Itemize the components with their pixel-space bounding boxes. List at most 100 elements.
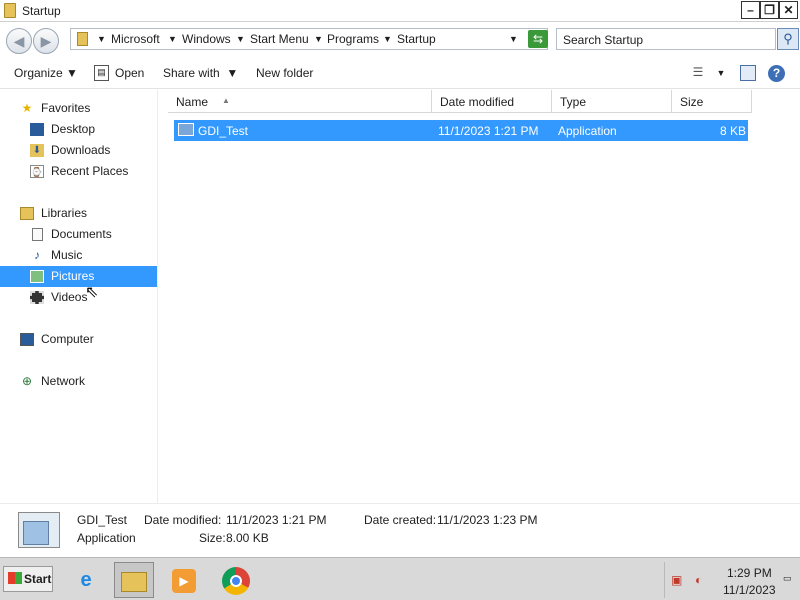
nav-item-documents[interactable]: Documents	[0, 224, 157, 245]
chevron-down-icon[interactable]: ▼	[314, 32, 323, 46]
forward-button[interactable]: ▶	[33, 28, 59, 54]
address-bar-area: ◀ ▶ ▼ Microsoft ▼ Windows ▼ Start Menu ▼…	[0, 22, 800, 58]
new-folder-button[interactable]: New folder	[256, 66, 313, 80]
pictures-icon	[30, 270, 44, 283]
column-header-label: Size	[680, 95, 704, 109]
nav-item-label: Recent Places	[51, 164, 129, 178]
details-file-type: Application	[77, 531, 136, 545]
breadcrumb-windows[interactable]: Windows	[182, 32, 231, 46]
column-header-date-modified[interactable]: Date modified	[432, 90, 552, 113]
network-icon: ⊕	[21, 374, 33, 388]
nav-computer[interactable]: Computer	[0, 329, 157, 350]
folder-icon	[4, 3, 16, 18]
minimize-button[interactable]: –	[741, 1, 760, 19]
details-date-modified: 11/1/2023 1:21 PM	[226, 513, 327, 527]
windows-logo-icon	[8, 572, 22, 584]
address-dropdown-icon[interactable]: ▼	[509, 32, 518, 46]
help-icon[interactable]: ?	[768, 65, 785, 82]
file-name: GDI_Test	[198, 124, 249, 138]
search-icon[interactable]: ⚲	[777, 28, 799, 50]
details-date-modified-label: Date modified:	[144, 513, 222, 527]
taskbar: Start e ▶ ▣ ◐ 1:29 PM 11/1/2023 ▭	[0, 557, 800, 600]
nav-item-label: Music	[51, 248, 83, 262]
column-header-label: Name	[176, 95, 209, 109]
chevron-down-icon[interactable]: ▼	[168, 32, 177, 46]
share-with-button[interactable]: Share with ▼	[163, 66, 238, 80]
view-options-icon[interactable]: ☰	[690, 65, 706, 81]
file-explorer-icon[interactable]	[114, 562, 154, 598]
chevron-down-icon[interactable]: ▼	[716, 65, 726, 81]
preview-pane-icon[interactable]	[740, 65, 756, 81]
open-button[interactable]: Open	[115, 66, 144, 80]
breadcrumb-start-menu[interactable]: Start Menu	[250, 32, 309, 46]
nav-item-label: Pictures	[51, 269, 95, 283]
start-label: Start	[24, 572, 52, 586]
document-icon	[32, 228, 43, 241]
internet-explorer-icon[interactable]: e	[66, 562, 106, 598]
navigation-pane: ★ Favorites Desktop ⬇ Downloads ⌚ Recent…	[0, 90, 158, 503]
column-header-name[interactable]: Name ▲	[168, 90, 432, 113]
breadcrumb-startup[interactable]: Startup	[397, 32, 436, 46]
show-desktop-icon[interactable]: ▭	[783, 573, 792, 584]
close-button[interactable]: ✕	[779, 1, 798, 19]
nav-item-label: Downloads	[51, 143, 111, 157]
command-bar: Organize ▼ ▤ Open Share with ▼ New folde…	[0, 58, 800, 89]
mouse-cursor-icon: ⇖	[85, 284, 99, 301]
file-size: 8 KB	[720, 124, 747, 138]
file-type: Application	[558, 124, 617, 138]
breadcrumb[interactable]: ▼ Microsoft ▼ Windows ▼ Start Menu ▼ Pro…	[70, 28, 548, 50]
media-player-icon[interactable]: ▶	[164, 562, 204, 598]
details-size-label: Size:	[199, 531, 226, 545]
clock-date[interactable]: 11/1/2023	[723, 583, 776, 597]
network-status-icon[interactable]: ▣	[671, 573, 682, 587]
details-file-name: GDI_Test	[77, 513, 128, 527]
nav-item-music[interactable]: ♪ Music	[0, 245, 157, 266]
folder-icon	[77, 32, 88, 46]
file-list: Name ▲ Date modified Type Size GDI_Test …	[160, 90, 800, 503]
computer-icon	[20, 333, 34, 346]
column-header-label: Date modified	[440, 95, 515, 109]
column-header-size[interactable]: Size	[672, 90, 752, 113]
restore-button[interactable]: ❐	[760, 1, 779, 19]
nav-network[interactable]: ⊕ Network	[0, 371, 157, 392]
details-size: 8.00 KB	[226, 531, 269, 545]
start-button[interactable]: Start	[3, 566, 53, 592]
volume-muted-icon[interactable]: ◐	[695, 573, 702, 587]
organize-button[interactable]: Organize ▼	[14, 66, 78, 80]
breadcrumb-microsoft[interactable]: Microsoft	[111, 32, 160, 46]
nav-favorites[interactable]: ★ Favorites	[0, 98, 157, 119]
organize-label: Organize	[14, 66, 63, 80]
chevron-down-icon[interactable]: ▼	[383, 32, 392, 46]
nav-favorites-label: Favorites	[41, 101, 91, 115]
details-date-created: 11/1/2023 1:23 PM	[437, 513, 538, 527]
table-row[interactable]: GDI_Test 11/1/2023 1:21 PM Application 8…	[174, 120, 748, 141]
nav-item-pictures[interactable]: Pictures	[0, 266, 157, 287]
nav-computer-label: Computer	[41, 332, 94, 346]
file-date-modified: 11/1/2023 1:21 PM	[438, 124, 539, 138]
nav-item-recent-places[interactable]: ⌚ Recent Places	[0, 161, 157, 182]
nav-item-label: Documents	[51, 227, 112, 241]
chevron-down-icon[interactable]: ▼	[97, 32, 106, 46]
desktop-icon	[30, 123, 44, 136]
application-icon	[178, 123, 194, 136]
chrome-icon[interactable]	[216, 562, 256, 598]
clock-time[interactable]: 1:29 PM	[727, 566, 772, 580]
nav-libraries-label: Libraries	[41, 206, 88, 220]
search-input[interactable]: Search Startup	[556, 28, 776, 50]
chevron-down-icon[interactable]: ▼	[236, 32, 245, 46]
music-icon: ♪	[34, 248, 40, 262]
recent-places-icon: ⌚	[30, 165, 44, 178]
details-date-created-label: Date created:	[364, 513, 437, 527]
nav-item-desktop[interactable]: Desktop	[0, 119, 157, 140]
sort-ascending-icon: ▲	[222, 96, 230, 105]
nav-libraries[interactable]: Libraries	[0, 203, 157, 224]
downloads-icon: ⬇	[30, 144, 44, 157]
refresh-button[interactable]: ⇆	[528, 30, 548, 48]
nav-item-downloads[interactable]: ⬇ Downloads	[0, 140, 157, 161]
column-header-type[interactable]: Type	[552, 90, 672, 113]
back-button[interactable]: ◀	[6, 28, 32, 54]
nav-item-videos[interactable]: Videos	[0, 287, 157, 308]
open-icon: ▤	[94, 65, 109, 81]
breadcrumb-programs[interactable]: Programs	[327, 32, 379, 46]
window-title: Startup	[22, 4, 61, 18]
